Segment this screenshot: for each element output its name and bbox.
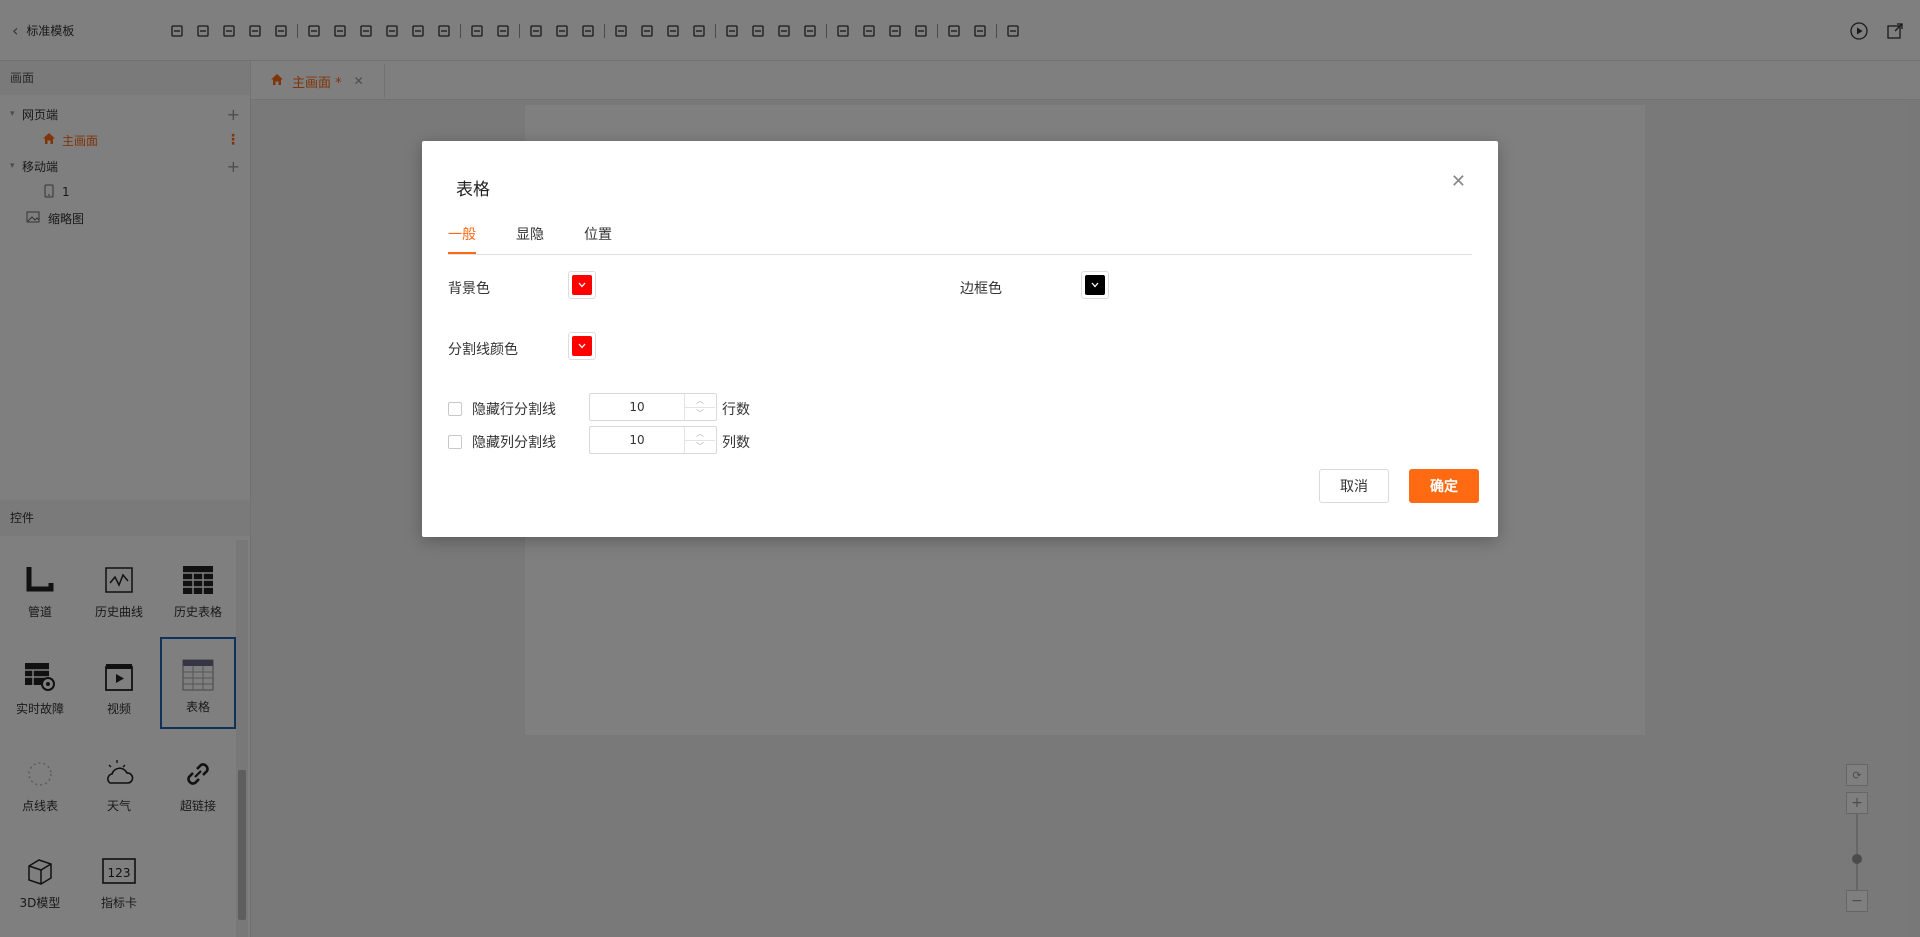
dialog-tabs: 一般 显隐 位置 [448,224,1472,255]
confirm-button[interactable]: 确定 [1409,469,1479,503]
chevron-down-icon[interactable]: ﹀ [685,408,715,421]
rows-value[interactable]: 10 [590,400,684,414]
cols-label: 列数 [722,435,750,451]
chevron-down-icon [1085,275,1105,295]
hide-row-divider-checkbox[interactable] [448,402,462,416]
tab-position[interactable]: 位置 [584,224,612,252]
tab-visibility[interactable]: 显隐 [516,224,544,252]
rows-stepper[interactable]: 10 ︿ ﹀ [589,393,717,421]
table-properties-dialog: 表格 ✕ 一般 显隐 位置 背景色 边框色 分割线颜色 隐藏行分割线 10 ︿ … [422,141,1498,537]
hide-row-divider-option[interactable]: 隐藏行分割线 [448,399,556,419]
bg-color-label: 背景色 [448,281,490,297]
stepper-arrows: ︿ ﹀ [684,394,715,420]
border-color-picker[interactable] [1081,271,1109,299]
dialog-title: 表格 [456,180,490,200]
divider-color-label: 分割线颜色 [448,342,518,358]
hide-col-divider-option[interactable]: 隐藏列分割线 [448,432,556,452]
cols-stepper[interactable]: 10 ︿ ﹀ [589,426,717,454]
hide-col-divider-label: 隐藏列分割线 [472,435,556,451]
chevron-down-icon[interactable]: ﹀ [685,441,715,454]
chevron-up-icon[interactable]: ︿ [685,427,715,441]
hide-col-divider-checkbox[interactable] [448,435,462,449]
cols-value[interactable]: 10 [590,433,684,447]
divider-color-picker[interactable] [568,332,596,360]
tab-general[interactable]: 一般 [448,224,476,254]
chevron-up-icon[interactable]: ︿ [685,394,715,408]
rows-label: 行数 [722,402,750,418]
stepper-arrows: ︿ ﹀ [684,427,715,453]
bg-color-picker[interactable] [568,271,596,299]
close-icon[interactable]: ✕ [1451,171,1466,192]
hide-row-divider-label: 隐藏行分割线 [472,402,556,418]
chevron-down-icon [572,275,592,295]
border-color-label: 边框色 [960,281,1002,297]
cancel-button[interactable]: 取消 [1319,469,1389,503]
chevron-down-icon [572,336,592,356]
